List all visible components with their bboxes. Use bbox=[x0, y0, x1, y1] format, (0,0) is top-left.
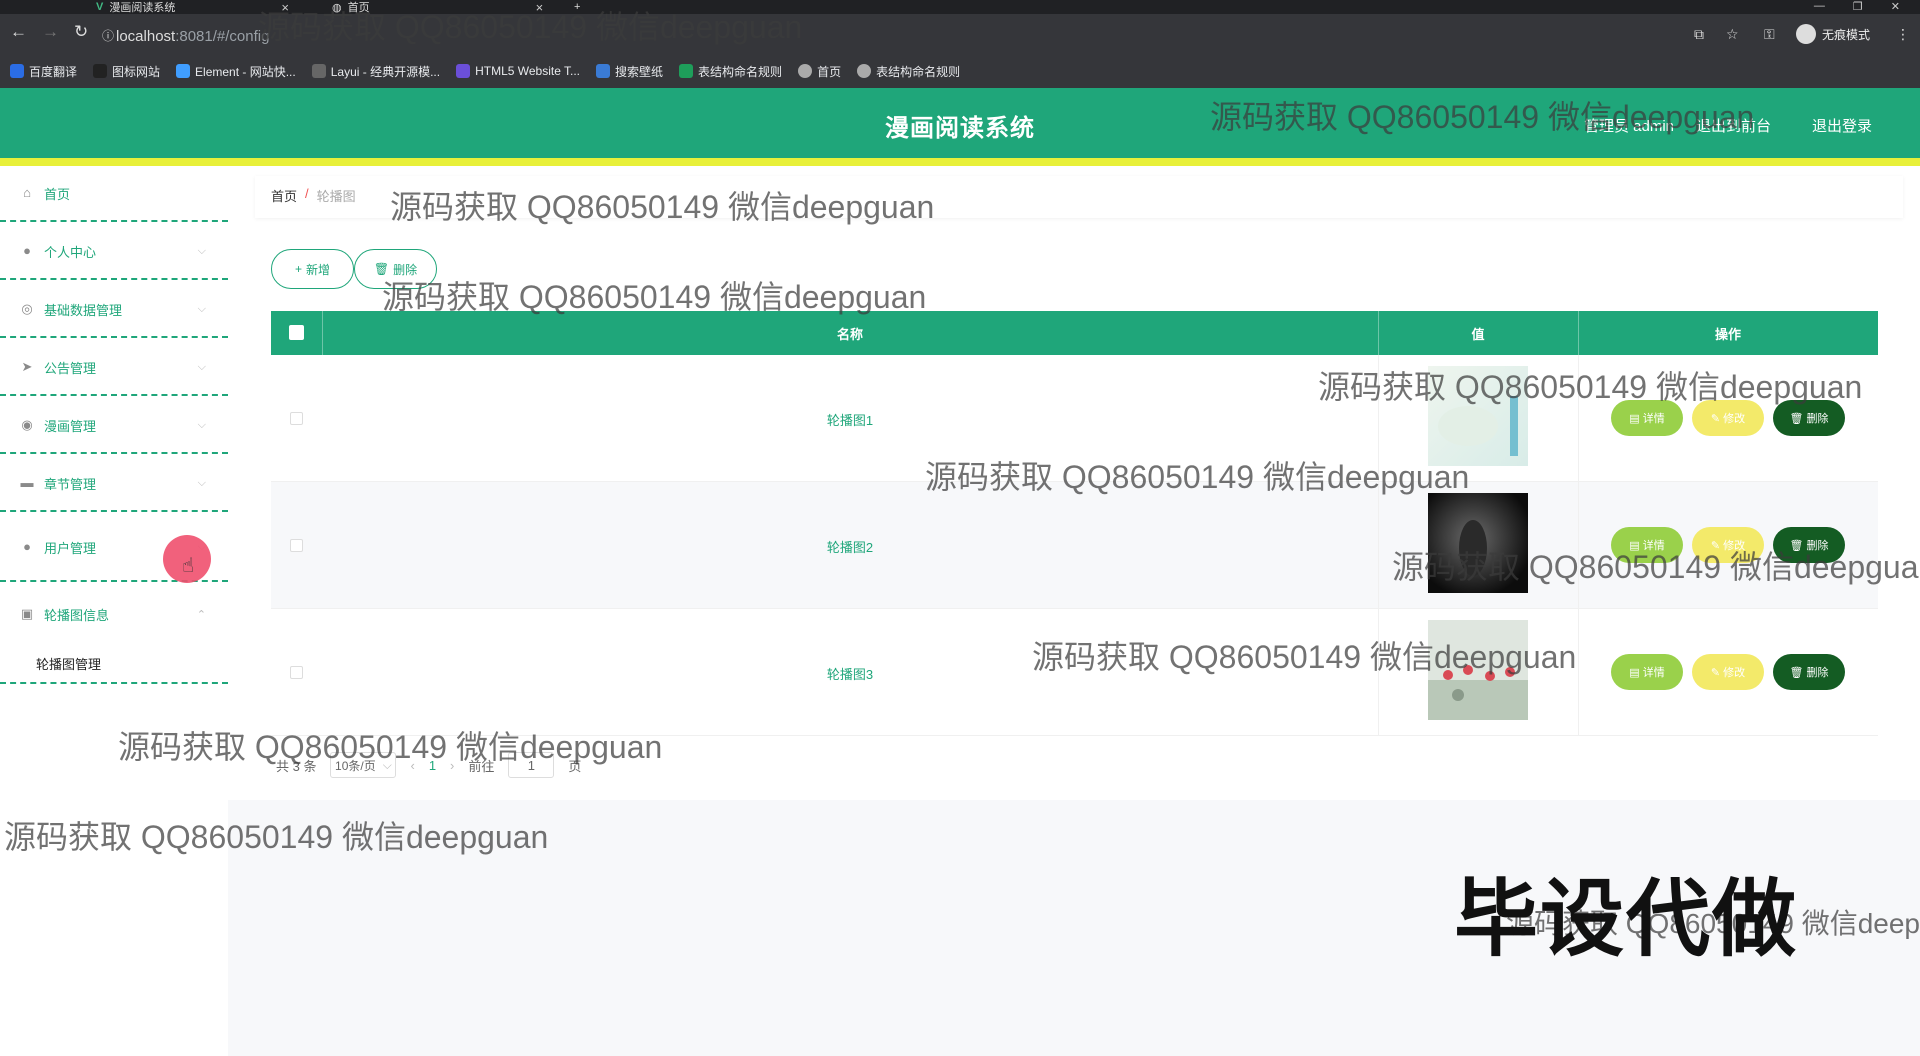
row-checkbox[interactable] bbox=[290, 412, 303, 425]
watermark: 源码获取 QQ86050149 微信deepguan bbox=[118, 729, 663, 765]
breadcrumb-separator: / bbox=[305, 186, 309, 201]
sidebar-item-personal[interactable]: ● 个人中心 ⌵ bbox=[0, 224, 228, 280]
info-icon[interactable]: ⓘ bbox=[102, 27, 114, 44]
breadcrumb-home[interactable]: 首页 bbox=[271, 186, 297, 205]
sidebar-item-notices[interactable]: ➤ 公告管理 ⌵ bbox=[0, 340, 228, 396]
window-controls: — ❐ ✕ bbox=[1814, 0, 1920, 14]
doc-icon: ▤ bbox=[1629, 412, 1640, 425]
trash-icon: 🗑 bbox=[1789, 412, 1804, 425]
watermark: 源码获取 QQ86050149 微信deepguan bbox=[1318, 369, 1863, 405]
chevron-down-icon: ⌵ bbox=[197, 360, 206, 373]
bookmark-item[interactable]: 表结构命名规则 bbox=[857, 63, 960, 80]
minimize-icon[interactable]: — bbox=[1814, 0, 1825, 14]
menu-icon[interactable]: ⋮ bbox=[1896, 26, 1910, 43]
camera-icon: ▣ bbox=[20, 606, 34, 621]
chevron-up-icon: ⌃ bbox=[196, 608, 206, 621]
watermark: 源码获取 QQ86050149 微信deepguan bbox=[925, 459, 1470, 495]
bookmark-item[interactable]: Layui - 经典开源模... bbox=[311, 63, 440, 80]
column-header-actions: 操作 bbox=[1714, 326, 1741, 342]
watermark: 源码获取 QQ86050149 微信deepguan bbox=[1392, 549, 1920, 585]
header-accent-bar bbox=[0, 158, 1920, 166]
vue-icon: V bbox=[96, 1, 104, 13]
sidebar: ⌂ 首页 ● 个人中心 ⌵ ◎ 基础数据管理 ⌵ ➤ 公告管理 ⌵ ◉ 漫画管理 ⌵ ▬ 章节管理 ⌵… bbox=[0, 166, 228, 1056]
close-icon[interactable]: ✕ bbox=[1891, 0, 1900, 14]
incognito-icon bbox=[1796, 24, 1816, 44]
row-name: 轮播图2 bbox=[826, 540, 874, 555]
watermark: 源码获取 QQ86050149 微信deepguan bbox=[1032, 639, 1577, 675]
bookmark-item[interactable]: 首页 bbox=[798, 63, 841, 80]
chevron-down-icon: ⌵ bbox=[197, 302, 206, 315]
promo-text: 毕设代做 bbox=[1454, 872, 1799, 966]
edit-button[interactable]: ✎ 修改 bbox=[1692, 654, 1764, 690]
chevron-down-icon: ⌵ bbox=[197, 476, 206, 489]
logout-link[interactable]: 退出登录 bbox=[1812, 115, 1872, 136]
sidebar-item-home[interactable]: ⌂ 首页 bbox=[0, 166, 228, 222]
watermark: 源码获取 QQ86050149 微信deepguan bbox=[258, 9, 803, 45]
bookmarks-bar: 百度翻译 图标网站 Element - 网站快... Layui - 经典开源模… bbox=[0, 54, 1920, 88]
send-icon: ➤ bbox=[21, 359, 33, 374]
watermark: 源码获取 QQ86050149 微信deepguan bbox=[390, 189, 935, 225]
sidebar-item-chapters[interactable]: ▬ 章节管理 ⌵ bbox=[0, 456, 228, 512]
bookmark-item[interactable]: 百度翻译 bbox=[10, 63, 77, 80]
user-icon: ● bbox=[23, 539, 31, 554]
url-field[interactable]: localhost:8081/#/config bbox=[116, 28, 269, 45]
bookmark-item[interactable]: 搜索壁纸 bbox=[596, 63, 663, 80]
watermark: 源码获取 QQ86050149 微信deepguan bbox=[1210, 99, 1755, 135]
translate-icon bbox=[10, 64, 24, 78]
bookmark-item[interactable]: HTML5 Website T... bbox=[456, 64, 580, 78]
sidebar-item-carousel[interactable]: ▣ 轮播图信息 ⌃ bbox=[0, 584, 228, 644]
add-button[interactable]: + 新增 bbox=[271, 249, 354, 289]
trash-icon: 🗑 bbox=[1789, 666, 1804, 679]
row-checkbox[interactable] bbox=[290, 539, 303, 552]
back-icon[interactable]: ← bbox=[10, 22, 27, 42]
bookmark-item[interactable]: Element - 网站快... bbox=[176, 63, 296, 80]
wallpaper-icon bbox=[596, 64, 611, 78]
sidebar-item-basic-data[interactable]: ◎ 基础数据管理 ⌵ bbox=[0, 282, 228, 338]
hand-cursor-icon: ☝ bbox=[182, 555, 195, 577]
breadcrumb: 首页 / 轮播图 bbox=[271, 186, 356, 205]
globe-icon bbox=[857, 64, 872, 78]
bookmark-item[interactable]: 表结构命名规则 bbox=[679, 63, 782, 80]
column-header-value: 值 bbox=[1471, 326, 1485, 342]
chevron-down-icon: ⌵ bbox=[197, 244, 206, 257]
column-divider bbox=[1378, 355, 1379, 736]
user-icon: ● bbox=[23, 243, 31, 258]
chat-icon: ▬ bbox=[20, 475, 34, 490]
settings-icon: ◎ bbox=[21, 301, 33, 316]
sidebar-item-comics[interactable]: ◉ 漫画管理 ⌵ bbox=[0, 398, 228, 454]
pencil-icon: ✎ bbox=[1710, 666, 1721, 679]
delete-button[interactable]: 🗑 删除 bbox=[1773, 654, 1845, 690]
layui-icon bbox=[311, 64, 326, 78]
restore-icon[interactable]: ❐ bbox=[1853, 0, 1863, 14]
row-checkbox[interactable] bbox=[290, 666, 303, 679]
sidebar-subitem-carousel-manage[interactable]: 轮播图管理 bbox=[0, 644, 228, 684]
watermark: 源码获取 QQ86050149 微信deepguan bbox=[382, 279, 927, 315]
star-icon[interactable]: ☆ bbox=[1726, 26, 1739, 43]
breadcrumb-current: 轮播图 bbox=[316, 189, 356, 204]
pencil-icon: ✎ bbox=[1710, 412, 1721, 425]
chevron-down-icon: ⌵ bbox=[197, 418, 206, 431]
detail-button[interactable]: ▤ 详情 bbox=[1611, 654, 1683, 690]
incognito-profile[interactable]: 无痕模式 bbox=[1796, 24, 1870, 44]
translate-icon[interactable]: ⧉ bbox=[1694, 26, 1704, 43]
forward-icon[interactable]: → bbox=[42, 22, 59, 42]
home-icon: ⌂ bbox=[23, 185, 31, 200]
element-icon bbox=[176, 64, 191, 78]
select-all-checkbox[interactable] bbox=[289, 325, 304, 340]
bookmark-item[interactable]: 图标网站 bbox=[93, 63, 160, 80]
flag-icon bbox=[93, 64, 108, 78]
key-icon[interactable]: ⚿ bbox=[1764, 26, 1775, 43]
tab-title: 漫画阅读系统 bbox=[109, 2, 176, 14]
sheet-icon bbox=[679, 64, 694, 78]
doc-icon: ▤ bbox=[1629, 666, 1640, 679]
row-name: 轮播图1 bbox=[826, 413, 874, 428]
globe-icon bbox=[798, 64, 813, 78]
compass-icon: ◉ bbox=[21, 417, 33, 432]
html5-icon bbox=[456, 64, 471, 78]
watermark: 源码获取 QQ86050149 微信deepguan bbox=[4, 819, 549, 855]
plus-icon: + bbox=[294, 262, 302, 276]
reload-icon[interactable]: ↻ bbox=[74, 22, 88, 42]
